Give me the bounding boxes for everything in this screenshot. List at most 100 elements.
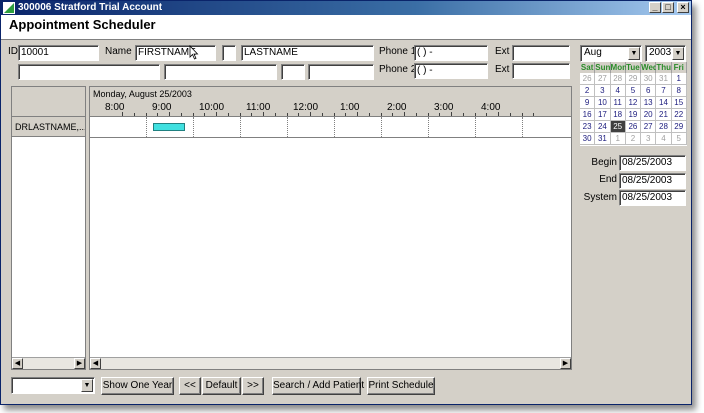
chevron-down-icon[interactable]: ▼	[672, 47, 684, 60]
default-button[interactable]: Default	[202, 377, 241, 395]
calendar-day[interactable]: 28	[656, 121, 672, 133]
calendar-day[interactable]: 2	[580, 85, 596, 97]
calendar-day[interactable]: 3	[641, 133, 657, 145]
calendar-day[interactable]: 2	[625, 133, 642, 145]
middle-initial-field[interactable]	[222, 45, 236, 61]
phone1-field[interactable]: ( ) -	[414, 45, 488, 61]
calendar-day[interactable]: 25	[610, 121, 626, 133]
calendar-day[interactable]: 18	[610, 109, 626, 121]
calendar-day[interactable]: 7	[656, 85, 672, 97]
calendar-day[interactable]: 14	[656, 97, 672, 109]
last-name-field[interactable]: LASTNAME	[241, 45, 374, 61]
calendar-day[interactable]: 9	[580, 97, 596, 109]
zip-field[interactable]	[308, 64, 374, 80]
show-one-year-button[interactable]: Show One Year	[101, 377, 174, 395]
print-schedule-button[interactable]: Print Schedule	[367, 377, 435, 395]
provider-row[interactable]: DRLASTNAME,...	[12, 117, 85, 137]
calendar-grid[interactable]: Sat Sun Mon Tue Wed Thu Fri 26 27 28 29 30 31 1 2 3 4 5 6…	[580, 62, 687, 146]
calendar-day[interactable]: 1	[610, 133, 626, 145]
chevron-down-icon[interactable]: ▼	[628, 47, 640, 60]
time-tick	[310, 112, 311, 116]
appointment-block[interactable]	[153, 123, 185, 131]
id-field[interactable]: 10001	[18, 45, 99, 61]
calendar-day[interactable]: 28	[610, 73, 626, 85]
calendar-day[interactable]: 5	[671, 133, 687, 145]
calendar-day[interactable]: 23	[580, 121, 596, 133]
schedule-date-heading: Monday, August 25/2003	[90, 87, 571, 101]
calendar-day[interactable]: 30	[580, 133, 596, 145]
calendar-day[interactable]: 6	[641, 85, 657, 97]
time-tick	[321, 113, 323, 116]
scroll-left-icon[interactable]: ◀	[12, 358, 23, 369]
calendar-day[interactable]: 10	[595, 97, 611, 109]
calendar-day[interactable]: 20	[641, 109, 657, 121]
calendar-day[interactable]: 27	[595, 73, 611, 85]
calendar-day[interactable]: 21	[656, 109, 672, 121]
time-tick	[533, 113, 535, 116]
previous-button[interactable]: <<	[179, 377, 201, 395]
calendar-day[interactable]: 17	[595, 109, 611, 121]
calendar-day[interactable]: 29	[625, 73, 642, 85]
ext1-field[interactable]	[512, 45, 570, 61]
calendar-day[interactable]: 26	[580, 73, 596, 85]
schedule-scrollbar[interactable]: ◀ ▶	[90, 357, 571, 369]
scroll-right-icon[interactable]: ▶	[74, 358, 85, 369]
calendar-day[interactable]: 12	[625, 97, 642, 109]
calendar-day[interactable]: 22	[671, 109, 687, 121]
calendar-day[interactable]: 27	[641, 121, 657, 133]
calendar-day[interactable]: 11	[610, 97, 626, 109]
time-tick	[145, 113, 147, 116]
time-tick	[216, 112, 217, 116]
scroll-right-icon[interactable]: ▶	[560, 358, 571, 369]
provider-scrollbar[interactable]: ◀ ▶	[12, 357, 85, 369]
time-tick	[169, 112, 170, 116]
calendar-day[interactable]: 5	[625, 85, 642, 97]
time-tick	[286, 113, 288, 116]
time-ruler: 8:00 9:00 10:00 11:00 12:00 1:00 2:00 3:00 4:00	[90, 101, 571, 117]
maximize-button[interactable]: □	[662, 2, 674, 13]
calendar-day-header: Wed	[641, 62, 658, 73]
year-select[interactable]: 2003 ▼	[645, 45, 686, 62]
month-select[interactable]: Aug ▼	[580, 45, 642, 62]
calendar-day[interactable]: 8	[671, 85, 687, 97]
begin-date-field[interactable]: 08/25/2003	[619, 155, 686, 171]
next-button[interactable]: >>	[242, 377, 264, 395]
search-add-patient-button[interactable]: Search / Add Patient	[272, 377, 364, 395]
first-name-field[interactable]: FIRSTNAME	[135, 45, 216, 61]
address2-field[interactable]	[164, 64, 277, 80]
calendar-day[interactable]: 31	[595, 133, 611, 145]
calendar-day[interactable]: 24	[595, 121, 611, 133]
time-label: 12:00	[293, 102, 319, 113]
ext2-field[interactable]	[512, 63, 570, 79]
end-date-field[interactable]: 08/25/2003	[619, 173, 686, 189]
provider-timeline-row[interactable]	[90, 117, 571, 138]
phone2-field[interactable]: ( ) -	[414, 63, 488, 79]
filter-select[interactable]: ▼	[11, 377, 95, 394]
calendar-day[interactable]: 4	[610, 85, 626, 97]
chevron-down-icon[interactable]: ▼	[81, 379, 93, 392]
calendar-day[interactable]: 15	[671, 97, 687, 109]
time-tick	[521, 113, 523, 116]
close-button[interactable]: ×	[677, 2, 689, 13]
state-field[interactable]	[281, 64, 305, 80]
system-date-field[interactable]: 08/25/2003	[619, 190, 686, 206]
schedule-grid[interactable]: Monday, August 25/2003 8:00 9:00 10:00 11:0…	[89, 86, 572, 370]
minimize-button[interactable]: _	[649, 2, 661, 13]
calendar-day[interactable]: 19	[625, 109, 642, 121]
calendar-day[interactable]: 29	[671, 121, 687, 133]
scroll-left-icon[interactable]: ◀	[90, 358, 101, 369]
calendar-day-header: Fri	[671, 62, 687, 73]
calendar-day[interactable]: 13	[641, 97, 657, 109]
calendar-day[interactable]: 1	[671, 73, 687, 85]
calendar-day[interactable]: 26	[625, 121, 642, 133]
title-bar[interactable]: 300006 Stratford Trial Account _ □ ×	[1, 1, 691, 15]
calendar-day[interactable]: 3	[595, 85, 611, 97]
calendar-day[interactable]: 16	[580, 109, 596, 121]
hour-gridline	[286, 117, 288, 137]
calendar-week: 26 27 28 29 30 31 1	[580, 73, 687, 85]
calendar-day-header: Sun	[595, 62, 611, 73]
address1-field[interactable]	[18, 64, 160, 80]
calendar-day[interactable]: 4	[656, 133, 672, 145]
calendar-day[interactable]: 31	[656, 73, 672, 85]
calendar-day[interactable]: 30	[641, 73, 657, 85]
